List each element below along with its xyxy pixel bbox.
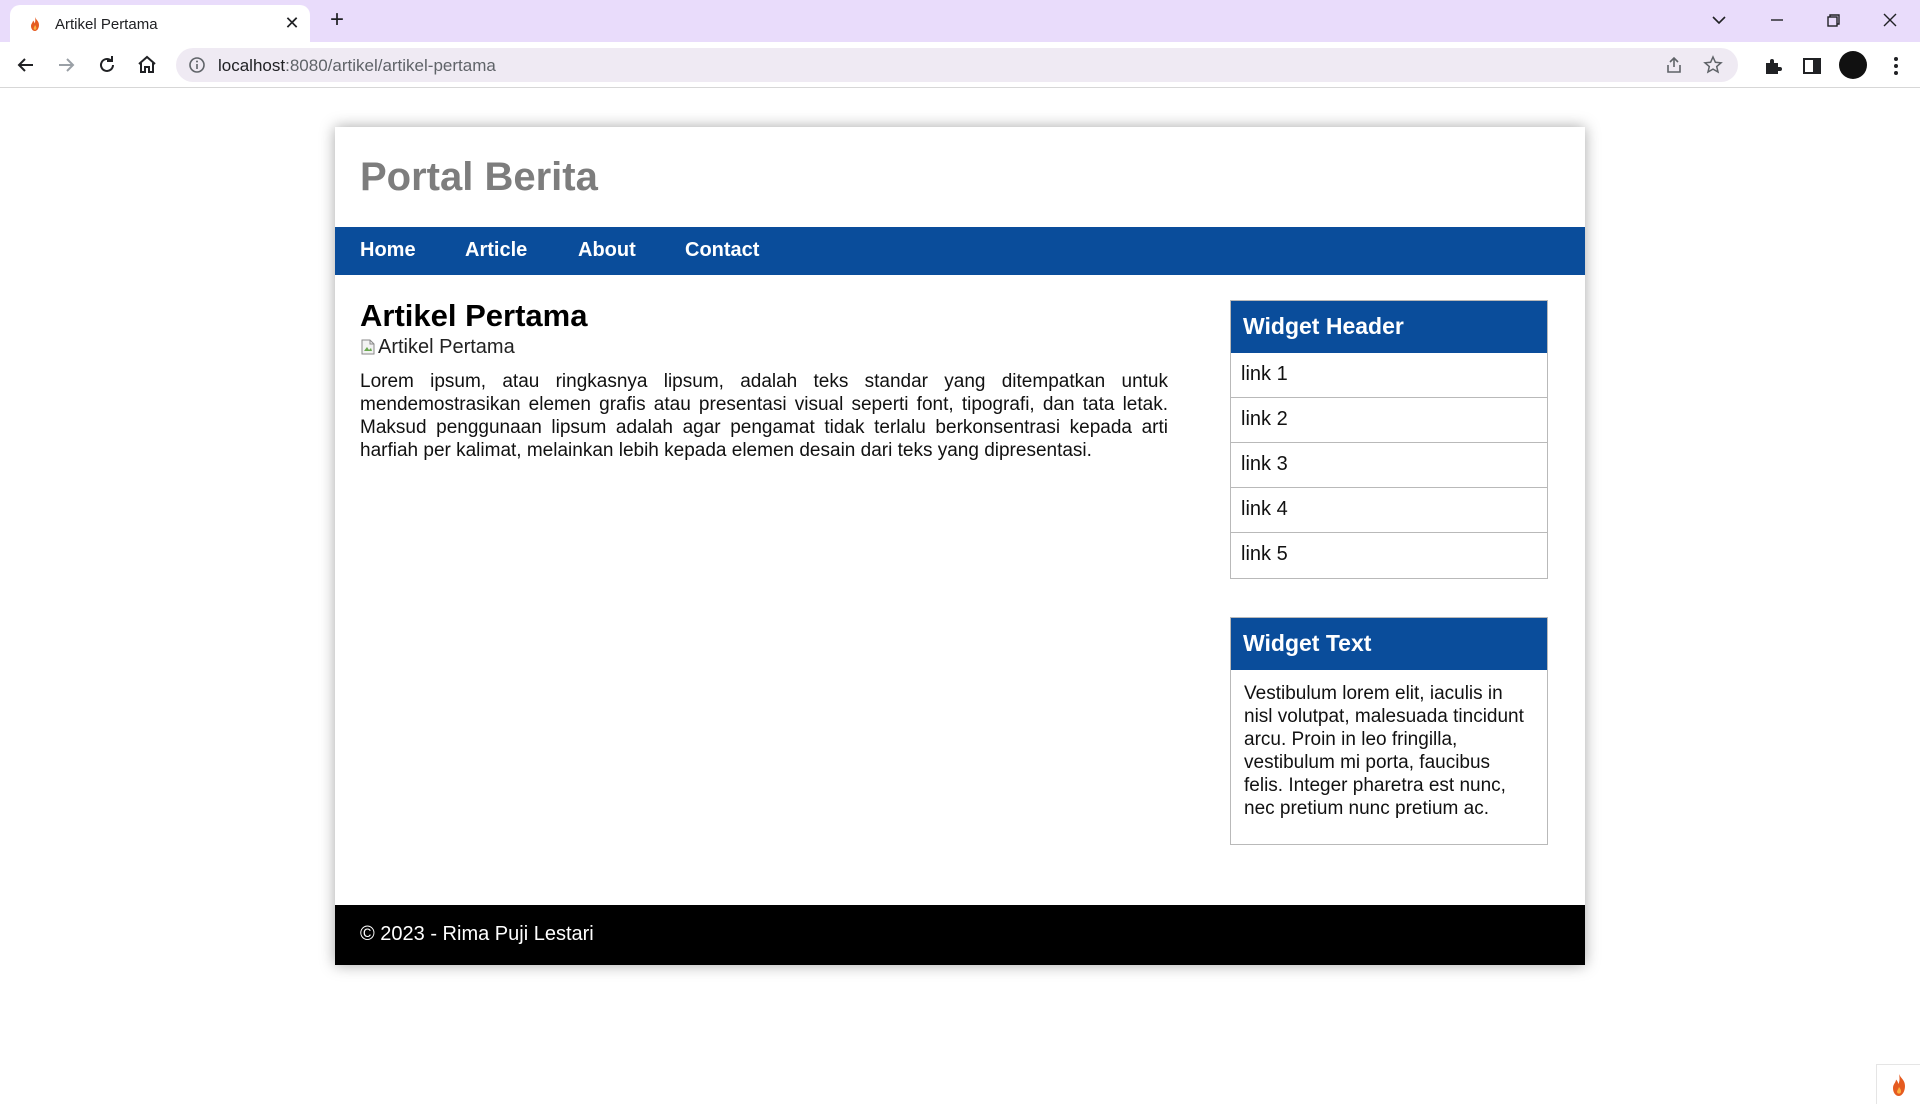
browser-tab[interactable]: Artikel Pertama ✕: [10, 5, 310, 42]
article-body: Lorem ipsum, atau ringkasnya lipsum, ada…: [360, 371, 1168, 461]
restore-icon[interactable]: [1821, 8, 1845, 32]
footer-copyright: © 2023 - Rima Puji Lestari: [360, 923, 594, 945]
minimize-icon[interactable]: [1765, 8, 1789, 32]
article-section: Artikel Pertama Artikel Pertama Lorem ip…: [360, 299, 1168, 462]
debug-toolbar-toggle[interactable]: [1876, 1064, 1920, 1104]
star-icon[interactable]: [1703, 55, 1723, 75]
widget-link-4[interactable]: link 4: [1231, 488, 1547, 533]
url-text[interactable]: localhost:8080/artikel/artikel-pertama: [218, 56, 496, 76]
share-icon[interactable]: [1664, 55, 1684, 75]
site-header: Portal Berita: [335, 127, 1585, 227]
close-icon[interactable]: ✕: [282, 13, 302, 33]
broken-image-icon: [360, 338, 376, 356]
article-image: Artikel Pertama: [360, 334, 1168, 360]
page-container: Portal Berita Home Article About Contact…: [335, 127, 1585, 965]
extensions-icon[interactable]: [1762, 55, 1784, 77]
widget-link-1[interactable]: link 1: [1231, 353, 1547, 398]
home-icon[interactable]: [135, 53, 159, 77]
widget-text: Widget Text Vestibulum lorem elit, iacul…: [1230, 617, 1548, 845]
reload-icon[interactable]: [95, 53, 119, 77]
site-title: Portal Berita: [360, 155, 598, 199]
url-host: localhost: [218, 56, 286, 75]
forward-icon[interactable]: [54, 53, 78, 77]
widget-text-title: Widget Text: [1231, 618, 1547, 670]
address-bar[interactable]: localhost:8080/artikel/artikel-pertama: [176, 48, 1738, 82]
nav-about-link[interactable]: About: [578, 239, 636, 262]
article-title: Artikel Pertama: [360, 298, 588, 333]
widget-link-3[interactable]: link 3: [1231, 443, 1547, 488]
kebab-menu-icon[interactable]: [1884, 54, 1908, 78]
chevron-down-icon[interactable]: [1707, 8, 1731, 32]
info-icon[interactable]: [188, 56, 206, 74]
page-viewport: Portal Berita Home Article About Contact…: [0, 89, 1920, 1104]
back-icon[interactable]: [14, 53, 38, 77]
close-window-icon[interactable]: [1878, 8, 1902, 32]
flame-icon: [1893, 1074, 1905, 1096]
nav-home-link[interactable]: Home: [360, 239, 416, 262]
site-footer: © 2023 - Rima Puji Lestari: [335, 905, 1585, 965]
main-nav: Home Article About Contact: [335, 227, 1585, 275]
widget-links: Widget Header link 1 link 2 link 3 link …: [1230, 300, 1548, 579]
browser-tab-bar: Artikel Pertama ✕ +: [0, 0, 1920, 42]
url-path: :8080/artikel/artikel-pertama: [285, 56, 496, 75]
plus-icon[interactable]: +: [325, 8, 349, 33]
widget-header-title: Widget Header: [1231, 301, 1547, 353]
article-image-alt: Artikel Pertama: [378, 335, 515, 358]
sidepanel-icon[interactable]: [1801, 55, 1823, 77]
browser-toolbar: localhost:8080/artikel/artikel-pertama: [0, 42, 1920, 88]
nav-article-link[interactable]: Article: [465, 239, 527, 262]
flame-icon: [27, 16, 43, 32]
widget-link-5[interactable]: link 5: [1231, 533, 1547, 578]
avatar[interactable]: [1839, 51, 1867, 79]
sidebar: Widget Header link 1 link 2 link 3 link …: [1230, 300, 1548, 845]
widget-link-2[interactable]: link 2: [1231, 398, 1547, 443]
widget-text-body: Vestibulum lorem elit, iaculis in nisl v…: [1244, 683, 1524, 819]
nav-contact-link[interactable]: Contact: [685, 239, 759, 262]
tab-title: Artikel Pertama: [55, 16, 158, 33]
